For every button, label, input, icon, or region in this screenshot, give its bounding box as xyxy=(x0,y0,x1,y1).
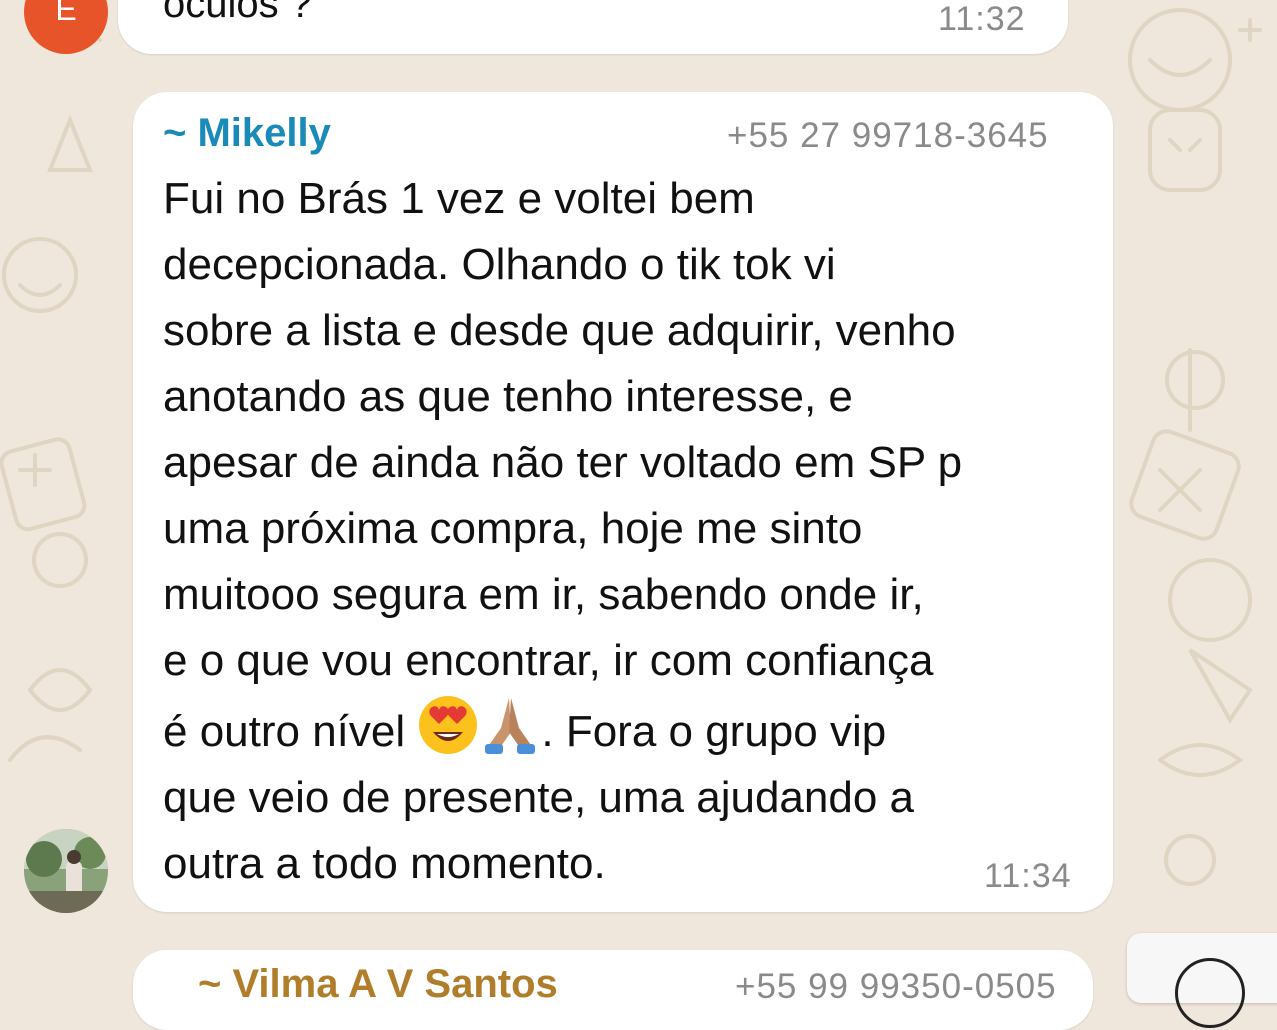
message-text: Fui no Brás 1 vez e voltei bem decepcion… xyxy=(163,166,1093,897)
heart-eyes-icon xyxy=(419,696,478,754)
chevron-down-icon xyxy=(1175,958,1245,1028)
message-text-previous: óculos ? xyxy=(163,0,312,26)
message-line: muitooo segura em ir, sabendo onde ir, xyxy=(163,570,924,619)
message-line: apesar de ainda não ter voltado em SP p xyxy=(163,438,963,487)
scroll-to-bottom-button[interactable] xyxy=(1127,933,1277,1028)
message-line: e o que vou encontrar, ir com confiança xyxy=(163,636,934,685)
message-line: sobre a lista e desde que adquirir, venh… xyxy=(163,306,956,355)
sender-name[interactable]: ~ Mikelly xyxy=(163,111,331,156)
sender-phone[interactable]: +55 27 99718-3645 xyxy=(727,116,1049,156)
message-line: anotando as que tenho interesse, e xyxy=(163,372,853,421)
avatar[interactable] xyxy=(24,829,108,913)
message-line: outra a todo momento. xyxy=(163,839,606,888)
folded-hands-icon xyxy=(485,698,536,754)
message-line-part: . Fora o grupo vip xyxy=(541,707,887,756)
message-line: é outro nível . Fora o grupo vip xyxy=(163,694,1093,765)
message-time: 11:34 xyxy=(984,857,1072,895)
message-line: que veio de presente, uma ajudando a xyxy=(163,773,915,822)
message-time-previous: 11:32 xyxy=(938,0,1026,38)
message-line: uma próxima compra, hoje me sinto xyxy=(163,504,863,553)
message-line: Fui no Brás 1 vez e voltei bem xyxy=(163,174,755,223)
message-line: decepcionada. Olhando o tik tok vi xyxy=(163,240,836,289)
sender-phone-next[interactable]: +55 99 99350-0505 xyxy=(735,967,1057,1007)
sender-name-next[interactable]: ~ Vilma A V Santos xyxy=(198,962,558,1007)
profile-photo xyxy=(24,829,108,913)
message-line-part: é outro nível xyxy=(163,707,418,756)
avatar-initial: E xyxy=(55,0,77,27)
